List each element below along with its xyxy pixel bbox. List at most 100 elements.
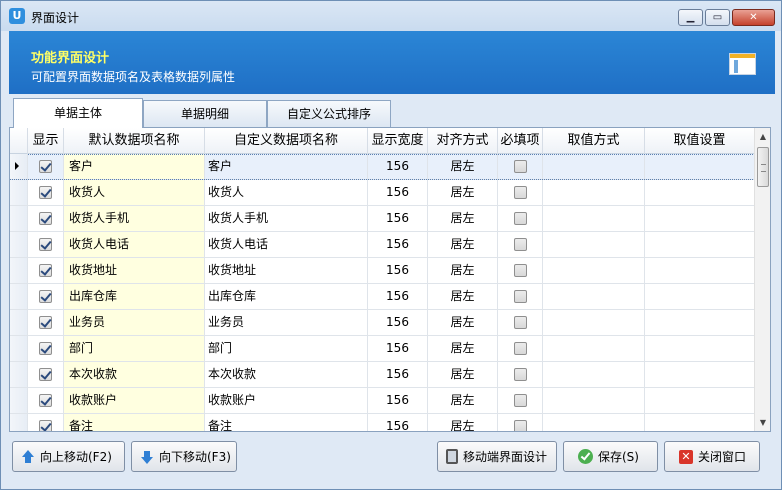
value-setting-cell[interactable] [645, 258, 755, 283]
tab-main[interactable]: 单据主体 [13, 98, 143, 128]
value-setting-cell[interactable] [645, 414, 755, 431]
column-header-custom-name[interactable]: 自定义数据项名称 [205, 128, 368, 154]
row-header[interactable] [10, 206, 28, 231]
align-cell[interactable]: 居左 [428, 310, 498, 335]
align-cell[interactable]: 居左 [428, 362, 498, 387]
custom-name-cell[interactable]: 出库仓库 [205, 284, 368, 309]
show-cell[interactable] [28, 388, 64, 413]
required-cell[interactable] [498, 414, 543, 431]
table-row[interactable]: 部门 部门 156 居左 [10, 336, 755, 362]
custom-name-cell[interactable]: 备注 [205, 414, 368, 431]
required-cell[interactable] [498, 206, 543, 231]
required-cell[interactable] [498, 284, 543, 309]
value-mode-cell[interactable] [543, 310, 645, 335]
show-cell[interactable] [28, 310, 64, 335]
title-bar[interactable]: U 界面设计 ▁ ▭ ✕ [1, 1, 781, 31]
table-row[interactable]: 备注 备注 156 居左 [10, 414, 755, 431]
width-cell[interactable]: 156 [368, 232, 428, 257]
table-row[interactable]: 客户 客户 156 居左 [10, 154, 755, 180]
value-mode-cell[interactable] [543, 284, 645, 309]
row-header[interactable] [10, 362, 28, 387]
align-cell[interactable]: 居左 [428, 388, 498, 413]
width-cell[interactable]: 156 [368, 284, 428, 309]
column-header-show[interactable]: 显示 [28, 128, 64, 154]
scroll-up-icon[interactable]: ▲ [755, 128, 770, 145]
tab-formula-sort[interactable]: 自定义公式排序 [267, 100, 391, 128]
row-header[interactable] [10, 336, 28, 361]
value-mode-cell[interactable] [543, 336, 645, 361]
required-checkbox[interactable] [513, 420, 527, 431]
required-cell[interactable] [498, 336, 543, 361]
table-row[interactable]: 业务员 业务员 156 居左 [10, 310, 755, 336]
row-header[interactable] [10, 180, 28, 205]
mobile-design-button[interactable]: 移动端界面设计 [437, 441, 557, 472]
value-mode-cell[interactable] [543, 154, 645, 179]
width-cell[interactable]: 156 [368, 180, 428, 205]
required-checkbox[interactable] [513, 316, 527, 329]
column-header-width[interactable]: 显示宽度 [368, 128, 428, 154]
custom-name-cell[interactable]: 收货人手机 [205, 206, 368, 231]
value-setting-cell[interactable] [645, 362, 755, 387]
show-cell[interactable] [28, 206, 64, 231]
show-checkbox[interactable] [39, 368, 52, 381]
move-down-button[interactable]: 向下移动(F3) [131, 441, 237, 472]
show-checkbox[interactable] [39, 316, 52, 329]
value-mode-cell[interactable] [543, 180, 645, 205]
show-cell[interactable] [28, 180, 64, 205]
align-cell[interactable]: 居左 [428, 180, 498, 205]
scroll-down-icon[interactable]: ▼ [755, 414, 770, 431]
value-setting-cell[interactable] [645, 388, 755, 413]
required-cell[interactable] [498, 154, 543, 179]
required-cell[interactable] [498, 310, 543, 335]
column-header-default-name[interactable]: 默认数据项名称 [64, 128, 205, 154]
table-row[interactable]: 本次收款 本次收款 156 居左 [10, 362, 755, 388]
row-header[interactable] [10, 284, 28, 309]
row-header[interactable] [10, 388, 28, 413]
required-checkbox[interactable] [513, 342, 527, 355]
required-cell[interactable] [498, 180, 543, 205]
table-row[interactable]: 出库仓库 出库仓库 156 居左 [10, 284, 755, 310]
row-header[interactable] [10, 154, 28, 179]
show-checkbox[interactable] [39, 264, 52, 277]
width-cell[interactable]: 156 [368, 206, 428, 231]
required-cell[interactable] [498, 232, 543, 257]
required-checkbox[interactable] [513, 264, 527, 277]
show-cell[interactable] [28, 414, 64, 431]
column-header-required[interactable]: 必填项 [498, 128, 543, 154]
value-mode-cell[interactable] [543, 258, 645, 283]
column-header-align[interactable]: 对齐方式 [428, 128, 498, 154]
value-setting-cell[interactable] [645, 154, 755, 179]
align-cell[interactable]: 居左 [428, 206, 498, 231]
move-up-button[interactable]: 向上移动(F2) [12, 441, 125, 472]
custom-name-cell[interactable]: 业务员 [205, 310, 368, 335]
row-header[interactable] [10, 232, 28, 257]
required-checkbox[interactable] [513, 160, 527, 173]
align-cell[interactable]: 居左 [428, 154, 498, 179]
align-cell[interactable]: 居左 [428, 232, 498, 257]
show-cell[interactable] [28, 336, 64, 361]
value-setting-cell[interactable] [645, 232, 755, 257]
close-button[interactable]: ✕ [732, 9, 775, 26]
show-checkbox[interactable] [39, 186, 52, 199]
required-cell[interactable] [498, 258, 543, 283]
save-button[interactable]: 保存(S) [563, 441, 658, 472]
show-cell[interactable] [28, 232, 64, 257]
required-cell[interactable] [498, 362, 543, 387]
width-cell[interactable]: 156 [368, 258, 428, 283]
required-checkbox[interactable] [513, 368, 527, 381]
maximize-button[interactable]: ▭ [705, 9, 730, 26]
custom-name-cell[interactable]: 部门 [205, 336, 368, 361]
table-row[interactable]: 收货地址 收货地址 156 居左 [10, 258, 755, 284]
custom-name-cell[interactable]: 收货人 [205, 180, 368, 205]
value-mode-cell[interactable] [543, 206, 645, 231]
width-cell[interactable]: 156 [368, 388, 428, 413]
show-checkbox[interactable] [39, 160, 52, 173]
required-checkbox[interactable] [513, 186, 527, 199]
value-setting-cell[interactable] [645, 336, 755, 361]
table-row[interactable]: 收款账户 收款账户 156 居左 [10, 388, 755, 414]
align-cell[interactable]: 居左 [428, 258, 498, 283]
show-checkbox[interactable] [39, 212, 52, 225]
show-checkbox[interactable] [39, 290, 52, 303]
required-cell[interactable] [498, 388, 543, 413]
value-mode-cell[interactable] [543, 362, 645, 387]
